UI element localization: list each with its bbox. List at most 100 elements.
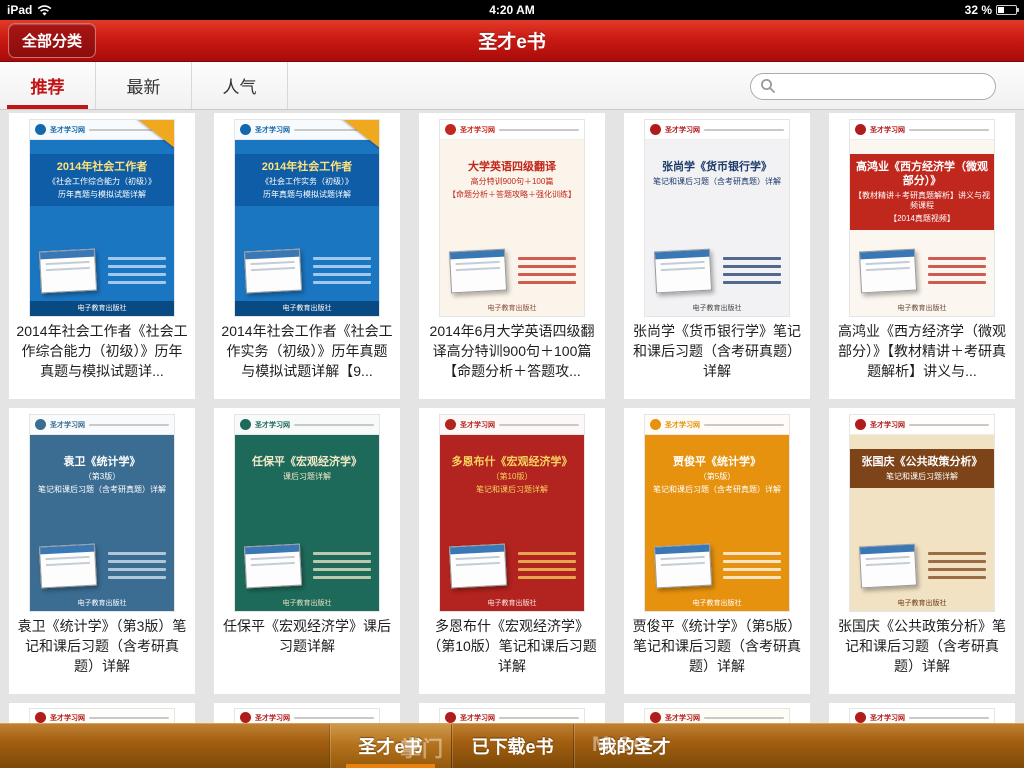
book-card[interactable]: 圣才学习网袁卫《统计学》（第3版）笔记和课后习题（含考研真题）详解电子教育出版社… — [9, 408, 195, 694]
brand-tagline-line — [294, 717, 374, 719]
book-card[interactable]: 圣才学习网 2014年社会工作者《社会工作综合能力（初级）》历年真题与模拟试题详解… — [9, 113, 195, 399]
cover-title-line: 历年真题与模拟试题详解 — [33, 190, 171, 200]
book-card[interactable]: 圣才学习网任保平《宏观经济学》课后习题详解电子教育出版社任保平《宏观经济学》课后… — [214, 408, 400, 694]
cover-title: 任保平《宏观经济学》课后习题详解 — [235, 449, 379, 488]
book-title: 高鸿业《西方经济学（微观部分）》【教材精讲＋考研真题解析】讲义与... — [829, 316, 1015, 381]
bullet-line — [518, 257, 576, 260]
tab-recommended[interactable]: 推荐 — [0, 62, 96, 109]
book-card[interactable]: 圣才学习网贾俊平《统计学》（第5版）笔记和课后习题（含考研真题）详解电子教育出版… — [624, 408, 810, 694]
cover-title-line: 历年真题与模拟试题详解 — [238, 190, 376, 200]
tab-label: 推荐 — [31, 73, 65, 98]
book-card[interactable]: 圣才学习网大学英语四级翻译高分特训900句＋100篇【命题分析＋答题攻略＋强化训… — [419, 113, 605, 399]
cover-publisher: 电子教育出版社 — [30, 303, 174, 313]
book-title: 2014年社会工作者《社会工作综合能力（初级）》历年真题与模拟试题详... — [9, 316, 195, 381]
brand-tagline-line — [909, 424, 989, 426]
toolbar-tab-my-account[interactable]: 我的圣才 — [573, 724, 695, 768]
cover-bullet-lines — [723, 552, 781, 579]
brand-name: 圣才学习网 — [870, 125, 905, 135]
brand-name: 圣才学习网 — [50, 125, 85, 135]
status-bar: iPad 4:20 AM 32 % — [0, 0, 1024, 20]
toolbar-tab-downloaded[interactable]: 已下载e书 — [451, 724, 573, 768]
battery-fill — [998, 7, 1004, 13]
cover-bullet-lines — [313, 552, 371, 579]
tab-popular[interactable]: 人气 — [192, 62, 288, 109]
tab-bar: 推荐 最新 人气 — [0, 62, 1024, 110]
cover-bullet-lines — [928, 552, 986, 579]
book-card[interactable]: 圣才学习网2014年社会工作者《社会工作实务（初级）》历年真题与模拟试题详解电子… — [214, 113, 400, 399]
cover-title-line: 《社会工作综合能力（初级）》 — [33, 177, 171, 187]
book-card[interactable]: 圣才学习网张尚学《货币银行学》笔记和课后习题（含考研真题）详解电子教育出版社张尚… — [624, 113, 810, 399]
brand-tagline-line — [909, 129, 989, 131]
book-title: 2014年社会工作者《社会工作实务（初级）》历年真题与模拟试题详解【9... — [214, 316, 400, 381]
book-cover: 圣才学习网袁卫《统计学》（第3版）笔记和课后习题（含考研真题）详解电子教育出版社 — [30, 415, 174, 611]
screenshot-content-line — [456, 267, 500, 271]
cover-screenshot-thumb — [654, 544, 712, 589]
brand-name: 圣才学习网 — [460, 420, 495, 430]
bullet-line — [518, 560, 576, 563]
cover-title-line: 多恩布什《宏观经济学》 — [443, 455, 581, 469]
cover-brand-bar: 圣才学习网 — [850, 415, 994, 435]
book-cover: 圣才学习网高鸿业《西方经济学（微观部分）》【教材精讲＋考研真题解析】讲义与视频课… — [850, 120, 994, 316]
screenshot-content-line — [251, 556, 295, 560]
screenshot-content-line — [46, 562, 90, 566]
bullet-line — [518, 273, 576, 276]
cover-publisher: 电子教育出版社 — [440, 598, 584, 608]
toolbar-active-indicator — [346, 764, 435, 768]
cover-screenshot-thumb — [244, 249, 302, 294]
cover-bullet-lines — [108, 257, 166, 284]
cover-screenshot-thumb — [859, 544, 917, 589]
brand-tagline-line — [89, 717, 169, 719]
brand-name: 圣才学习网 — [50, 420, 85, 430]
search-input[interactable] — [750, 73, 996, 100]
bullet-line — [108, 273, 166, 276]
book-cover: 圣才学习网张尚学《货币银行学》笔记和课后习题（含考研真题）详解电子教育出版社 — [645, 120, 789, 316]
bullet-line — [518, 568, 576, 571]
all-categories-button[interactable]: 全部分类 — [8, 23, 96, 58]
cover-title: 多恩布什《宏观经济学》（第10版）笔记和课后习题详解 — [440, 449, 584, 501]
toolbar-tab-ebooks[interactable]: 圣才e书 — [329, 724, 451, 768]
bullet-line — [108, 552, 166, 555]
cover-title: 张国庆《公共政策分析》笔记和课后习题详解 — [850, 449, 994, 488]
screenshot-content-line — [661, 556, 705, 560]
cover-title-line: 笔记和课后习题（含考研真题）详解 — [648, 177, 786, 187]
cover-screenshot-thumb — [244, 544, 302, 589]
brand-logo-icon — [240, 419, 251, 430]
bullet-line — [723, 257, 781, 260]
cover-title-line: （第3版） — [33, 472, 171, 482]
battery-percentage: 32 % — [965, 3, 992, 17]
cover-brand-bar: 圣才学习网 — [235, 415, 379, 435]
brand-tagline-line — [499, 717, 579, 719]
tab-label: 人气 — [223, 73, 257, 98]
screenshot-content-line — [456, 562, 500, 566]
screenshot-content-line — [661, 267, 705, 271]
book-card[interactable]: 圣才学习网多恩布什《宏观经济学》（第10版）笔记和课后习题详解电子教育出版社 多恩… — [419, 408, 605, 694]
cover-bullet-lines — [518, 257, 576, 284]
book-card[interactable]: 圣才学习网张国庆《公共政策分析》笔记和课后习题详解电子教育出版社张国庆《公共政策… — [829, 408, 1015, 694]
cover-title-line: 笔记和课后习题详解 — [443, 485, 581, 495]
cover-title-line: 任保平《宏观经济学》 — [238, 455, 376, 469]
cover-title: 张尚学《货币银行学》笔记和课后习题（含考研真题）详解 — [645, 154, 789, 193]
cover-publisher: 电子教育出版社 — [850, 598, 994, 608]
screenshot-titlebar — [655, 545, 709, 555]
cover-bullet-lines — [928, 257, 986, 284]
cover-publisher: 电子教育出版社 — [235, 598, 379, 608]
cover-title-line: 2014年社会工作者 — [33, 160, 171, 174]
tab-newest[interactable]: 最新 — [96, 62, 192, 109]
cover-screenshot-thumb — [39, 544, 97, 589]
cover-publisher: 电子教育出版社 — [645, 303, 789, 313]
book-title: 任保平《宏观经济学》课后习题详解 — [214, 611, 400, 656]
cover-brand-bar: 圣才学习网 — [850, 120, 994, 140]
cover-brand-bar: 圣才学习网 — [30, 415, 174, 435]
bullet-line — [723, 560, 781, 563]
toolbar-tab-label: 已下载e书 — [471, 733, 553, 759]
cover-brand-bar: 圣才学习网 — [440, 415, 584, 435]
book-title: 2014年6月大学英语四级翻译高分特训900句＋100篇【命题分析＋答题攻... — [419, 316, 605, 381]
screenshot-titlebar — [450, 545, 504, 555]
screenshot-content-line — [866, 261, 910, 265]
brand-tagline-line — [89, 424, 169, 426]
book-card[interactable]: 圣才学习网高鸿业《西方经济学（微观部分）》【教材精讲＋考研真题解析】讲义与视频课… — [829, 113, 1015, 399]
screenshot-content-line — [456, 261, 500, 265]
cover-title: 大学英语四级翻译高分特训900句＋100篇【命题分析＋答题攻略＋强化训练】 — [440, 154, 584, 206]
book-grid[interactable]: 圣才学习网2014年社会工作者《社会工作综合能力（初级）》历年真题与模拟试题详解… — [0, 110, 1024, 768]
bullet-line — [928, 560, 986, 563]
